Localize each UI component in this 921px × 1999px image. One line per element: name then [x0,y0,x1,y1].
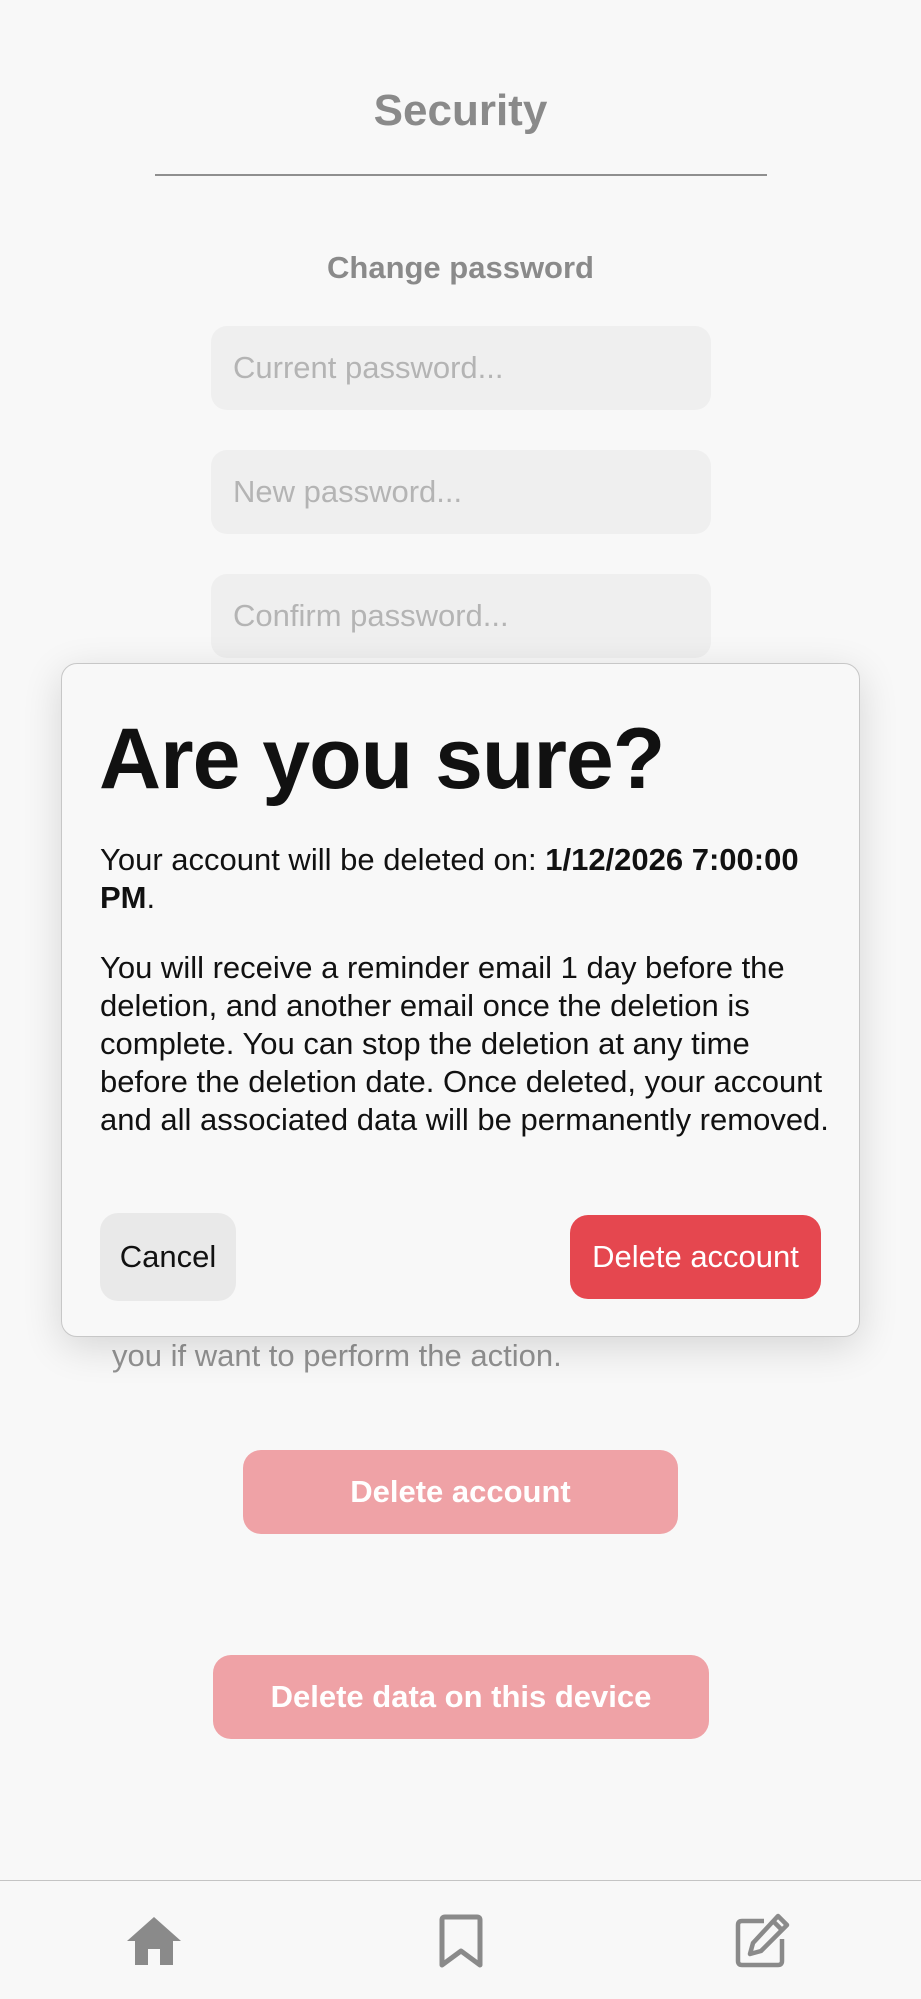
title-divider [155,174,767,176]
confirm-delete-account-button[interactable]: Delete account [570,1215,821,1299]
cancel-button[interactable]: Cancel [100,1213,236,1301]
current-password-input[interactable] [211,326,711,410]
new-password-input[interactable] [211,450,711,534]
tab-home[interactable] [124,1911,184,1971]
deletion-date-suffix: . [146,880,156,915]
deletion-date-prefix: Your account will be deleted on: [100,842,546,877]
delete-account-description: you if want to perform the action. [112,1338,562,1373]
bookmark-icon [439,1914,483,1968]
confirm-password-input[interactable] [211,574,711,658]
delete-device-data-button[interactable]: Delete data on this device [213,1655,709,1739]
confirm-delete-dialog: Are you sure? Your account will be delet… [61,663,860,1337]
home-icon [127,1917,181,1965]
deletion-date-text: Your account will be deleted on: 1/12/20… [100,841,830,917]
dialog-body: You will receive a reminder email 1 day … [100,950,829,1137]
tab-bookmarks[interactable] [431,1911,491,1971]
tab-compose[interactable] [732,1911,792,1971]
bottom-tab-bar [0,1880,921,1999]
dialog-title: Are you sure? [99,711,665,807]
page-title: Security [373,86,548,135]
delete-account-button[interactable]: Delete account [243,1450,678,1534]
change-password-heading: Change password [327,250,594,285]
compose-icon [735,1913,790,1968]
